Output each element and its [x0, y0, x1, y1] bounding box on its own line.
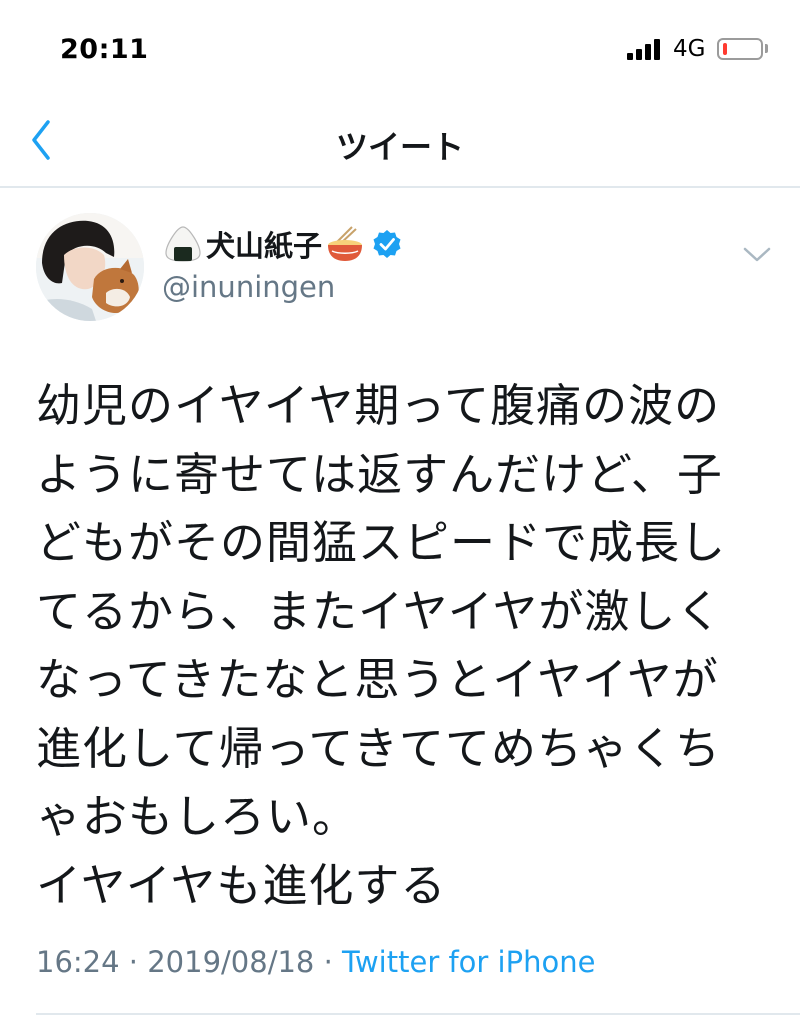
verified-badge-icon	[373, 230, 401, 258]
meta-separator: ·	[323, 945, 333, 979]
meta-separator: ·	[128, 945, 139, 979]
tweet-text: 幼児のイヤイヤ期って腹痛の波の ように寄せては返すんだけど、子 どもがその間猛ス…	[36, 379, 727, 912]
tweet-options-button[interactable]	[740, 240, 774, 268]
tweet-meta: 16:24 · 2019/08/18 · Twitter for iPhone	[36, 945, 595, 979]
onigiri-icon	[165, 226, 201, 262]
cellular-signal-icon	[627, 38, 667, 60]
user-name-row[interactable]: 犬山紙子	[162, 222, 402, 266]
battery-level	[723, 43, 727, 55]
nav-bar: ツイート	[0, 96, 800, 188]
tweet-time: 16:24	[36, 945, 120, 979]
divider	[36, 1013, 800, 1015]
tweet-source-link[interactable]: Twitter for iPhone	[342, 945, 595, 979]
avatar-photo	[36, 213, 144, 321]
tweet-date: 2019/08/18	[147, 945, 315, 979]
chevron-down-icon	[743, 247, 771, 262]
battery-tip	[765, 44, 768, 53]
avatar[interactable]	[36, 213, 144, 321]
page-title: ツイート	[335, 128, 464, 166]
tweet-detail-screen: 20:11 4G ツイート 犬山紙子 @inuningen 幼児のイヤイヤ期って…	[0, 0, 800, 1021]
ramen-icon	[328, 226, 363, 261]
network-type: 4G	[673, 36, 706, 62]
battery-icon	[717, 38, 763, 60]
status-time: 20:11	[60, 34, 149, 65]
status-bar: 20:11 4G	[0, 0, 800, 96]
display-name: 犬山紙子	[206, 229, 323, 263]
user-handle[interactable]: @inuningen	[162, 270, 335, 304]
